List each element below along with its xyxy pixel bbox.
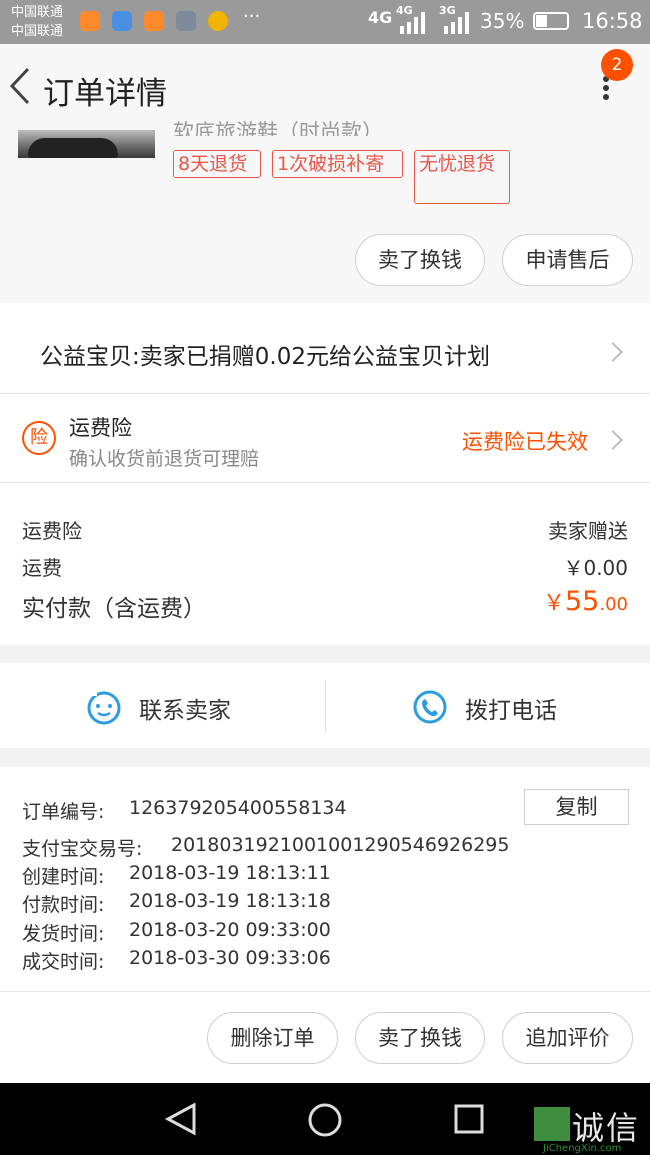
contact-row: 联系卖家 拨打电话	[0, 663, 650, 748]
charity-text: 公益宝贝:卖家已捐赠0.02元给公益宝贝计划	[40, 344, 490, 370]
tag-worry-free-return: 无忧退货	[414, 150, 510, 204]
product-card: 软底旅游鞋（时尚款） 8天退货 1次破损补寄 无忧退货 卖了换钱 申请售后	[0, 120, 650, 303]
battery-icon	[533, 12, 569, 30]
add-review-button[interactable]: 追加评价	[502, 1012, 633, 1064]
more-notifications: ···	[243, 6, 261, 27]
order-action-bar: 删除订单 卖了换钱 追加评价	[0, 992, 650, 1083]
chat-face-icon	[87, 690, 121, 725]
created-time-label: 创建时间:	[22, 866, 105, 888]
back-arrow-icon[interactable]	[8, 66, 32, 106]
carrier-label-2: 中国联通	[11, 24, 64, 39]
signal-icon	[400, 12, 425, 34]
insurance-status: 运费险已失效	[462, 430, 588, 454]
notification-badge: 2	[601, 49, 633, 81]
uc-browser-icon-2	[144, 11, 164, 31]
page-title: 订单详情	[43, 76, 167, 112]
delete-order-button[interactable]: 删除订单	[207, 1012, 338, 1064]
deal-time-label: 成交时间:	[22, 951, 105, 973]
total-paid-amount: ￥55.00	[543, 585, 628, 617]
watermark-url: JiChengXin.com	[543, 1143, 622, 1154]
created-time-value: 2018-03-19 18:13:11	[129, 862, 331, 884]
total-decimal: .00	[599, 594, 628, 615]
gallery-icon	[176, 11, 196, 31]
phone-icon	[413, 690, 447, 724]
currency-symbol: ￥	[542, 591, 565, 616]
contact-seller-button[interactable]: 联系卖家	[0, 663, 325, 748]
insurance-subtitle: 确认收货前退货可理赔	[69, 448, 260, 470]
copy-button[interactable]: 复制	[524, 789, 629, 825]
alipay-number-value: 2018031921001001290546926295	[171, 834, 510, 856]
deal-time-value: 2018-03-30 09:33:06	[129, 947, 331, 969]
status-bar: 中国联通 中国联通 ··· 4G 4G 3G 35% 16:58	[0, 0, 650, 44]
sell-for-cash-button[interactable]: 卖了换钱	[355, 1012, 485, 1064]
sell-for-cash-button[interactable]: 卖了换钱	[355, 234, 485, 286]
total-paid-label: 实付款（含运费）	[22, 596, 206, 622]
tag-8-day-return: 8天退货	[173, 150, 261, 178]
back-triangle-icon[interactable]	[164, 1102, 198, 1136]
order-number-label: 订单编号:	[22, 801, 105, 823]
shipping-fee-label: 运费	[22, 556, 62, 580]
home-circle-icon[interactable]	[307, 1102, 343, 1138]
chevron-right-icon	[603, 342, 623, 362]
carrier-label-1: 中国联通	[11, 5, 64, 20]
total-integer: 55	[565, 586, 600, 617]
health-app-icon	[112, 11, 132, 31]
recent-apps-square-icon[interactable]	[453, 1103, 485, 1135]
tag-damage-resend: 1次破损补寄	[272, 150, 403, 178]
after-sales-button[interactable]: 申请售后	[502, 234, 633, 286]
battery-percent: 35%	[480, 9, 525, 33]
chevron-right-icon	[603, 430, 623, 450]
system-nav-bar: 诚信 JiChengXin.com	[0, 1083, 650, 1155]
call-phone-label: 拨打电话	[465, 698, 557, 724]
shipping-fee-value: ￥0.00	[563, 556, 628, 580]
payment-summary: 运费险 卖家赠送 运费 ￥0.00 实付款（含运费） ￥55.00	[0, 483, 650, 645]
insurance-fee-label: 运费险	[22, 519, 82, 543]
dot-icon	[603, 94, 609, 100]
product-name-partial[interactable]: 软底旅游鞋（时尚款）	[173, 118, 383, 136]
paid-time-label: 付款时间:	[22, 894, 105, 916]
charity-row[interactable]: 公益宝贝:卖家已捐赠0.02元给公益宝贝计划	[0, 303, 650, 393]
call-phone-button[interactable]: 拨打电话	[326, 663, 650, 748]
shipping-insurance-row[interactable]: 险 运费险 确认收货前退货可理赔 运费险已失效	[0, 394, 650, 482]
network-4g-label: 4G	[368, 8, 393, 27]
more-menu-button[interactable]	[592, 76, 620, 116]
weibo-icon	[208, 11, 228, 31]
paid-time-value: 2018-03-19 18:13:18	[129, 890, 331, 912]
dot-icon	[603, 85, 609, 91]
insurance-fee-value: 卖家赠送	[548, 519, 628, 543]
contact-seller-label: 联系卖家	[139, 698, 231, 724]
shipped-time-label: 发货时间:	[22, 923, 105, 945]
clock: 16:58	[582, 9, 643, 33]
alipay-number-label: 支付宝交易号:	[22, 838, 143, 860]
order-info-section: 订单编号: 126379205400558134 复制 支付宝交易号: 2018…	[0, 767, 650, 991]
watermark-logo-icon	[534, 1107, 570, 1141]
order-number-value: 126379205400558134	[129, 797, 347, 819]
product-image[interactable]	[18, 130, 155, 158]
insurance-title: 运费险	[69, 416, 132, 440]
shipped-time-value: 2018-03-20 09:33:00	[129, 919, 331, 941]
signal-icon-2	[444, 12, 469, 34]
uc-browser-icon	[80, 11, 100, 31]
insurance-icon: 险	[22, 421, 56, 455]
